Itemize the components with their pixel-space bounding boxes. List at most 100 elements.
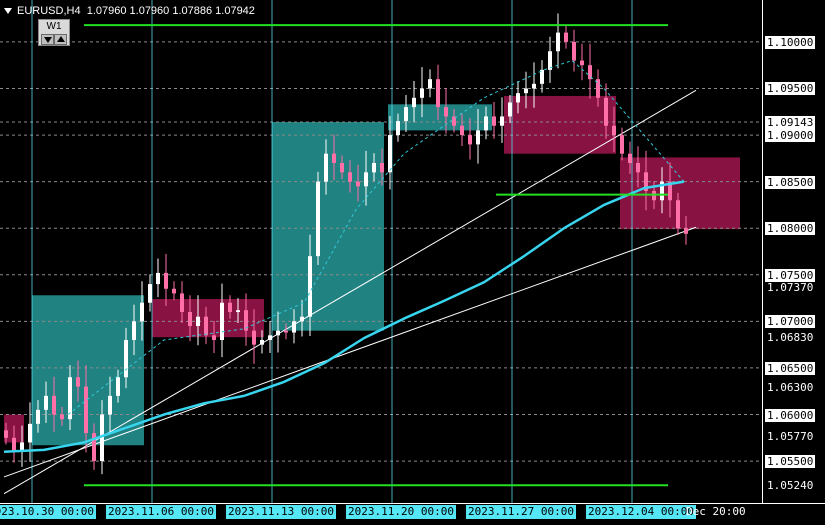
candle-body xyxy=(212,335,216,340)
candle-body xyxy=(28,423,32,443)
price-label: 1.06300 xyxy=(767,381,814,394)
candle-body xyxy=(580,60,584,66)
time-label: 2023.11.20 00:00 xyxy=(346,505,456,519)
candle-body xyxy=(300,316,304,322)
price-label: 1.07370 xyxy=(767,281,814,294)
candle-body xyxy=(604,97,608,126)
candle-body xyxy=(508,102,512,117)
candle-body xyxy=(196,316,200,327)
supply-zone xyxy=(504,95,616,154)
candle-body xyxy=(220,302,224,340)
candle-body xyxy=(620,135,624,154)
candle-body xyxy=(412,97,416,108)
candle-body xyxy=(380,163,384,173)
candle-body xyxy=(372,163,376,173)
timeframe-up-button[interactable] xyxy=(54,34,67,45)
candle-body xyxy=(396,121,400,136)
candle-body xyxy=(140,302,144,322)
price-label: 1.09500 xyxy=(765,82,816,95)
candle-body xyxy=(156,272,160,285)
candle-body xyxy=(36,409,40,424)
candle-body xyxy=(428,79,432,89)
price-axis[interactable] xyxy=(762,0,825,503)
candle-body xyxy=(436,79,440,108)
candle-body xyxy=(276,330,280,336)
candle-body xyxy=(628,153,632,164)
candle-body xyxy=(420,88,424,98)
timeframe-panel[interactable]: W1 xyxy=(38,19,70,46)
candle-body xyxy=(4,430,8,438)
price-label: 1.06500 xyxy=(765,362,816,375)
candle-body xyxy=(324,153,328,182)
candle-body xyxy=(108,395,112,415)
timeframe-label: W1 xyxy=(46,21,62,32)
time-label: 2023.11.13 00:00 xyxy=(226,505,336,519)
candle-body xyxy=(404,107,408,122)
candle-body xyxy=(188,312,192,327)
candle-body xyxy=(332,153,336,164)
price-label: 1.06830 xyxy=(767,331,814,344)
demand-zone xyxy=(388,104,492,131)
candle-body xyxy=(476,130,480,145)
candle-body xyxy=(492,116,496,126)
candle-body xyxy=(252,330,256,345)
candle-body xyxy=(44,395,48,410)
candle-body xyxy=(260,339,264,345)
candle-body xyxy=(684,228,688,234)
candle-body xyxy=(460,125,464,136)
candle-body xyxy=(164,272,168,289)
candle-body xyxy=(316,181,320,257)
time-label: Dec 20:00 xyxy=(686,505,746,518)
candle-body xyxy=(52,395,56,415)
candle-body xyxy=(132,321,136,340)
candle-body xyxy=(348,172,352,182)
candle-body xyxy=(340,163,344,173)
candle-body xyxy=(564,32,568,42)
candle-body xyxy=(572,41,576,61)
candle-body xyxy=(516,93,520,103)
candle-body xyxy=(532,83,536,89)
time-label: 2023.10.30 00:00 xyxy=(0,505,96,519)
collapse-triangle-icon[interactable] xyxy=(4,8,12,15)
candle-body xyxy=(116,377,120,396)
candle-body xyxy=(124,339,128,378)
candle-body xyxy=(484,116,488,131)
candle-body xyxy=(172,288,176,294)
price-label: 1.08500 xyxy=(765,176,816,189)
candle-body xyxy=(556,32,560,52)
price-label: 1.05240 xyxy=(767,479,814,492)
chart-window[interactable]: EURUSD,H4 1.07960 1.07960 1.07886 1.0794… xyxy=(0,0,825,525)
candle-body xyxy=(364,172,368,187)
candle-body xyxy=(676,200,680,229)
candle-body xyxy=(84,386,88,434)
timeframe-down-button[interactable] xyxy=(41,34,54,45)
symbol-label: EURUSD,H4 xyxy=(17,5,81,17)
candle-body xyxy=(180,293,184,313)
time-label: 2023.11.06 00:00 xyxy=(106,505,216,519)
time-label: 2023.11.27 00:00 xyxy=(466,505,576,519)
time-label: 2023.12.04 00:00 xyxy=(586,505,696,519)
candle-body xyxy=(636,163,640,173)
candle-body xyxy=(228,302,232,313)
ohlc-values: 1.07960 1.07960 1.07886 1.07942 xyxy=(86,5,255,17)
price-label: 1.10000 xyxy=(765,36,816,49)
candle-body xyxy=(444,107,448,117)
candle-body xyxy=(468,135,472,145)
candle-body xyxy=(204,316,208,336)
candle-body xyxy=(236,310,240,313)
candle-body xyxy=(308,256,312,317)
chart-header: EURUSD,H4 1.07960 1.07960 1.07886 1.0794… xyxy=(4,5,255,17)
candle-body xyxy=(292,321,296,333)
candle-body xyxy=(500,116,504,126)
candle-body xyxy=(388,135,392,173)
price-label: 1.08000 xyxy=(765,222,816,235)
price-label: 1.09000 xyxy=(765,129,816,142)
demand-zone xyxy=(272,122,384,331)
price-label: 1.06000 xyxy=(765,409,816,422)
candlestick-chart[interactable] xyxy=(0,0,825,525)
candle-body xyxy=(524,88,528,94)
candle-body xyxy=(12,437,16,452)
candle-body xyxy=(148,284,152,303)
candle-body xyxy=(612,125,616,136)
candle-body xyxy=(60,414,64,420)
